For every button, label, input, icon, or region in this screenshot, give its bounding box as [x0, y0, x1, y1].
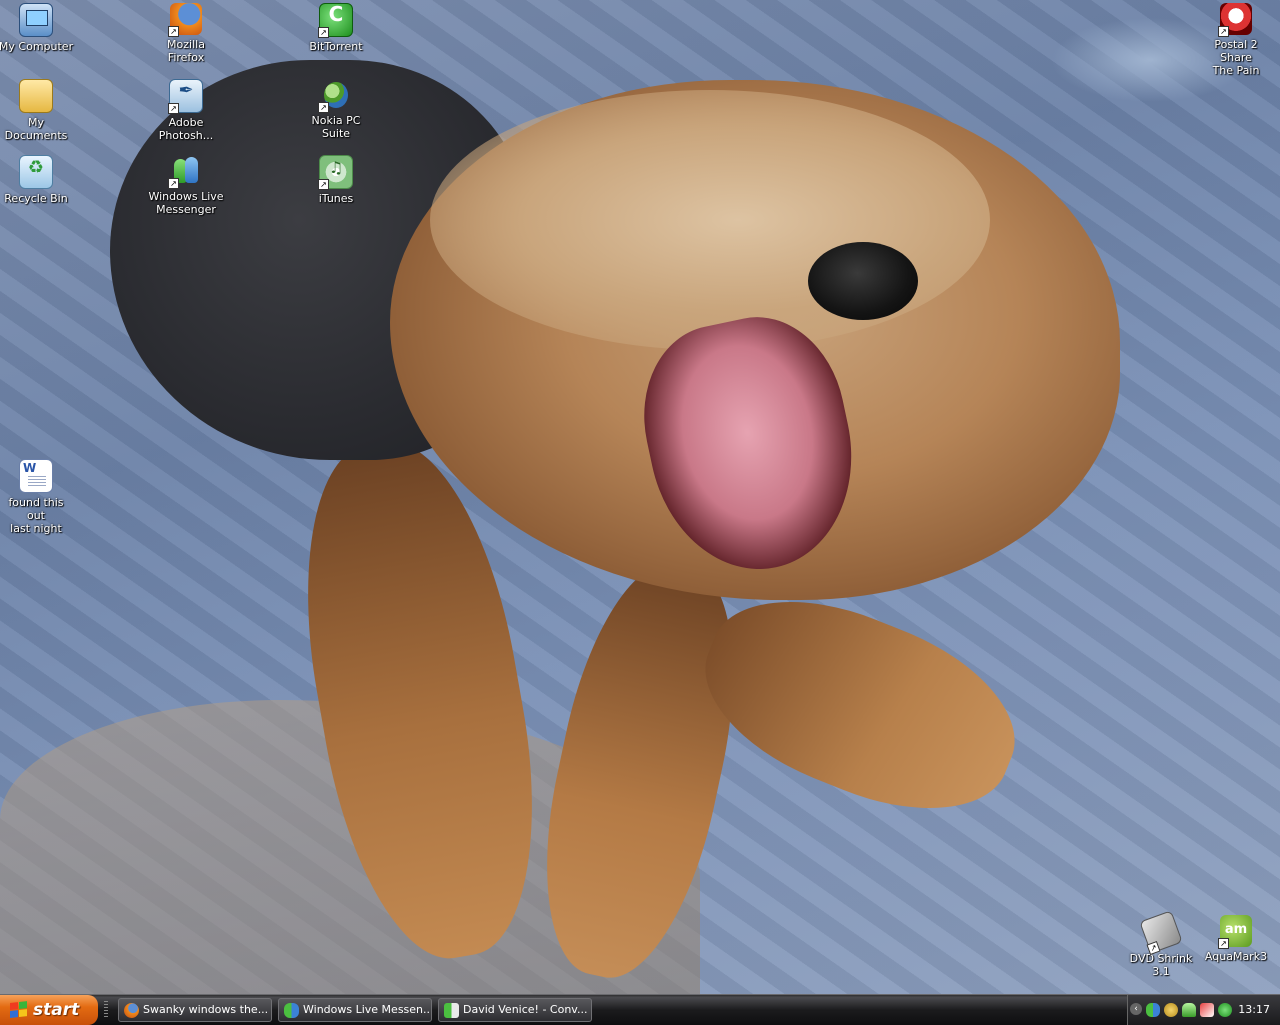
desktop-icon-dvd-shrink[interactable]: ↗ DVD Shrink 3.1: [1123, 910, 1199, 978]
desktop-icon-photoshop[interactable]: ↗ Adobe Photosh...: [148, 79, 224, 142]
task-label: David Venice! - Conv...: [463, 1003, 588, 1016]
system-tray: ‹ 13:17: [1127, 995, 1280, 1025]
desktop-icon-word-document[interactable]: found this out last night: [0, 459, 74, 535]
postal-2-icon: ↗: [1218, 3, 1252, 37]
task-label: Windows Live Messen...: [303, 1003, 432, 1016]
word-document-icon: [19, 459, 53, 493]
desktop-icon-label: found this out: [8, 496, 64, 522]
firefox-icon: [124, 1003, 139, 1018]
photoshop-icon: ↗: [168, 79, 203, 114]
shortcut-arrow-icon: ↗: [1218, 938, 1229, 949]
desktop-icon-my-documents[interactable]: My Documents: [0, 79, 74, 142]
desktop-icon-label: DVD Shrink 3.1: [1129, 952, 1193, 978]
itunes-icon: ↗: [318, 155, 353, 190]
security-alert-icon[interactable]: [1200, 1003, 1214, 1017]
shortcut-arrow-icon: ↗: [318, 179, 329, 190]
shortcut-arrow-icon: ↗: [318, 27, 329, 38]
shortcut-arrow-icon: ↗: [168, 26, 179, 37]
taskbar[interactable]: start Swanky windows the... Windows Live…: [0, 994, 1280, 1025]
start-button[interactable]: start: [0, 995, 98, 1025]
desktop-icon-label: The Pain: [1212, 64, 1260, 77]
taskbar-button-firefox[interactable]: Swanky windows the...: [118, 998, 272, 1022]
messenger-icon: ↗: [168, 155, 202, 189]
desktop-icon-label: last night: [10, 522, 62, 535]
desktop-icon-label: Adobe: [168, 116, 204, 129]
desktop-icon-label: Photosh...: [158, 129, 214, 142]
desktop-icon-postal-2[interactable]: ↗ Postal 2 Share The Pain: [1198, 3, 1274, 77]
task-label: Swanky windows the...: [143, 1003, 269, 1016]
taskbar-button-messenger[interactable]: Windows Live Messen...: [278, 998, 432, 1022]
shortcut-arrow-icon: ↗: [168, 103, 179, 114]
desktop-icon-label: Messenger: [156, 203, 216, 216]
desktop-icon-label: Nokia PC Suite: [311, 114, 361, 140]
firefox-icon: ↗: [168, 3, 202, 37]
shortcut-arrow-icon: ↗: [168, 178, 179, 189]
messenger-tray-icon[interactable]: [1146, 1003, 1160, 1017]
desktop-icon-firefox[interactable]: ↗ Mozilla Firefox: [148, 3, 224, 64]
documents-folder-icon: [19, 79, 53, 113]
desktop-icon-itunes[interactable]: ↗ iTunes: [298, 155, 374, 205]
messenger-icon: [284, 1003, 299, 1018]
network-globe-icon[interactable]: [1164, 1003, 1178, 1017]
desktop-icon-label: Windows Live: [148, 190, 224, 203]
desktop-icon-recycle-bin[interactable]: Recycle Bin: [0, 155, 74, 205]
shortcut-arrow-icon: ↗: [318, 102, 329, 113]
desktop-icon-label: Recycle Bin: [4, 192, 68, 205]
recycle-bin-icon: [19, 155, 53, 189]
conversation-icon: [444, 1003, 459, 1018]
desktop-icon-label: AquaMark3: [1204, 950, 1268, 963]
show-hidden-icons-chevron-icon[interactable]: ‹: [1130, 1003, 1142, 1015]
desktop-icon-label: iTunes: [318, 192, 354, 205]
dvd-shrink-icon: ↗: [1139, 910, 1183, 956]
shortcut-arrow-icon: ↗: [1218, 26, 1229, 37]
wallpaper-dog-paw: [679, 566, 1041, 844]
desktop-icon-label: Postal 2 Share: [1214, 38, 1258, 64]
bittorrent-tray-icon[interactable]: [1218, 1003, 1232, 1017]
desktop-icon-my-computer[interactable]: My Computer: [0, 3, 74, 53]
taskbar-button-conversation[interactable]: David Venice! - Conv...: [438, 998, 592, 1022]
start-label: start: [33, 1000, 80, 1020]
desktop-icon-aquamark3[interactable]: ↗ AquaMark3: [1198, 915, 1274, 963]
wallpaper-dog-fringe: [430, 90, 990, 350]
desktop-icon-label: My Computer: [0, 40, 74, 53]
desktop-icon-nokia-pc-suite[interactable]: ↗ Nokia PC Suite: [298, 79, 374, 140]
computer-icon: [19, 3, 53, 37]
clock[interactable]: 13:17: [1238, 995, 1270, 1025]
nokia-connection-icon[interactable]: [1182, 1003, 1196, 1017]
windows-logo-icon: [10, 1001, 28, 1019]
wallpaper-dog-nose: [808, 242, 918, 320]
desktop-icon-label: BitTorrent: [309, 40, 363, 53]
bittorrent-icon: ↗: [318, 3, 353, 38]
nokia-pc-suite-icon: ↗: [318, 79, 352, 113]
desktop-icon-label: Mozilla Firefox: [167, 38, 205, 64]
desktop-icon-bittorrent[interactable]: ↗ BitTorrent: [298, 3, 374, 53]
desktop-icon-label: My Documents: [4, 116, 68, 142]
aquamark-icon: ↗: [1218, 915, 1252, 949]
taskbar-grip[interactable]: [104, 1001, 108, 1019]
desktop-icon-windows-live-messenger[interactable]: ↗ Windows Live Messenger: [148, 155, 224, 216]
desktop[interactable]: My Computer My Documents Recycle Bin fou…: [0, 0, 1280, 994]
